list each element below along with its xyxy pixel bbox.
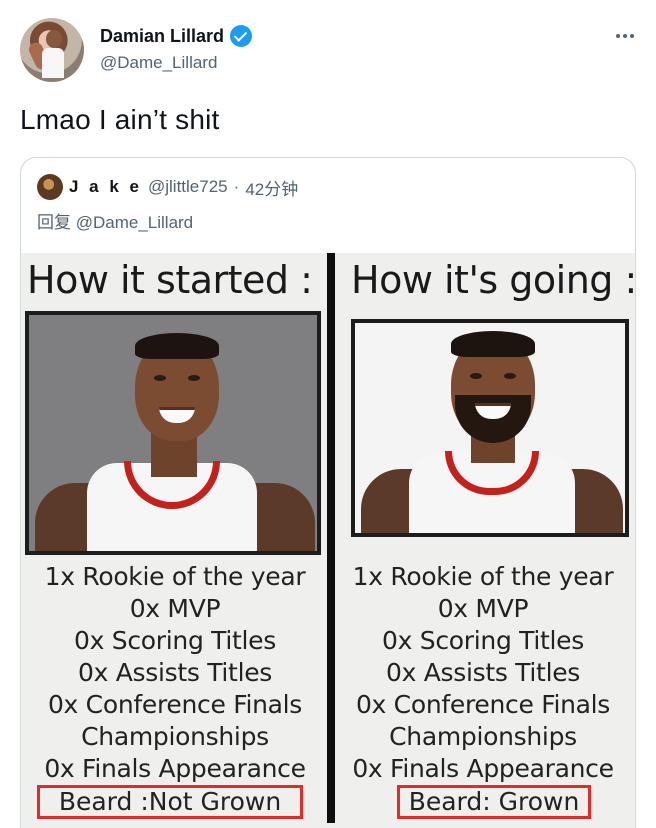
quoted-tweet[interactable]: J a k e @jlittle725 · 42分钟 回复 @Dame_Lill… <box>20 157 636 828</box>
meme-right-beard-box: Beard: Grown <box>397 785 591 819</box>
author-display-name[interactable]: Damian Lillard <box>100 26 224 47</box>
left-eye <box>188 375 200 381</box>
quoted-author-name[interactable]: J a k e <box>69 177 142 197</box>
quoted-author-handle[interactable]: @jlittle725 <box>148 177 228 197</box>
meme-left-title: How it started : <box>27 258 313 302</box>
right-stat: 0x Conference Finals <box>355 690 611 719</box>
author-name-row: Damian Lillard <box>100 25 253 47</box>
right-stat: 1x Rookie of the year <box>352 562 614 591</box>
tweet-text: Lmao I ain’t shit <box>20 104 220 135</box>
left-stat: 0x Conference Finals <box>47 690 303 719</box>
avatar-shirt <box>42 48 64 78</box>
right-stat: 0x MVP <box>437 594 529 623</box>
right-eye <box>470 373 482 379</box>
more-options-icon[interactable] <box>612 26 638 46</box>
left-stat: 1x Rookie of the year <box>44 562 306 591</box>
right-hair <box>451 331 535 357</box>
left-stat: 0x MVP <box>129 594 221 623</box>
right-eye <box>504 373 516 379</box>
right-stat: 0x Scoring Titles <box>382 626 584 655</box>
meme-image[interactable]: How it started : 1x Rookie of the year 0… <box>21 253 636 828</box>
left-stat: 0x Assists Titles <box>77 658 273 687</box>
author-avatar[interactable] <box>20 18 84 82</box>
quoted-separator: · <box>233 177 240 196</box>
left-stat: Championships <box>81 722 269 751</box>
right-stat: 0x Assists Titles <box>385 658 581 687</box>
meme-left-beard-box: Beard :Not Grown <box>37 785 303 819</box>
meme-left-photo <box>25 311 321 555</box>
right-stat: Championships <box>389 722 577 751</box>
verified-badge-icon <box>230 25 253 47</box>
left-stat: 0x Finals Appearance <box>44 754 306 783</box>
meme-right-photo <box>351 319 629 537</box>
quoted-timestamp[interactable]: 42分钟 <box>245 175 298 200</box>
tweet: Damian Lillard @Dame_Lillard Lmao I ain’… <box>0 0 656 828</box>
left-hair <box>135 333 219 359</box>
quoted-reply-to: 回复 @Dame_Lillard <box>37 213 194 232</box>
quoted-author-avatar[interactable] <box>37 174 63 200</box>
meme-right-title: How it's going : <box>351 258 636 302</box>
meme-left-stats: 1x Rookie of the year 0x MVP 0x Scoring … <box>25 561 325 785</box>
author-handle[interactable]: @Dame_Lillard <box>100 53 217 73</box>
left-eye <box>154 375 166 381</box>
right-stat: 0x Finals Appearance <box>352 754 614 783</box>
quoted-tweet-header: J a k e @jlittle725 · 42分钟 <box>37 174 298 200</box>
left-stat: 0x Scoring Titles <box>74 626 276 655</box>
meme-right-stats: 1x Rookie of the year 0x MVP 0x Scoring … <box>333 561 633 785</box>
avatar-head <box>46 30 62 48</box>
